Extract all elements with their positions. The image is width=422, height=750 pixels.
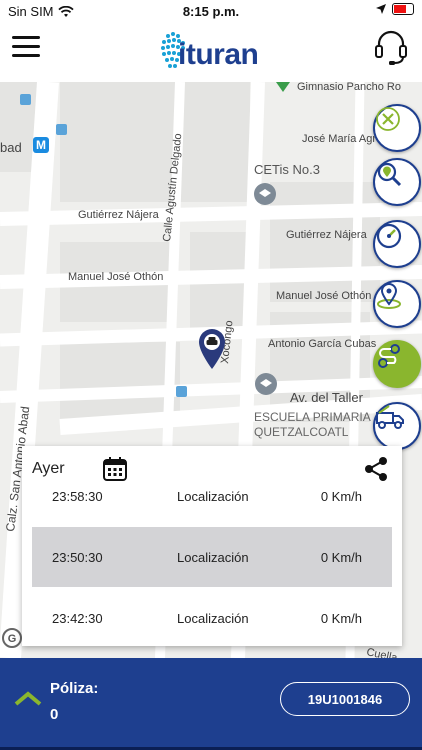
route-history-button[interactable] xyxy=(373,340,421,388)
map-label: Manuel José Othón xyxy=(276,290,371,302)
map-label: Gimnasio Pancho Ro xyxy=(297,82,401,93)
support-headset-icon[interactable] xyxy=(374,28,408,68)
close-icon xyxy=(376,107,400,131)
tow-truck-icon xyxy=(376,405,404,429)
locate-vehicle-button[interactable] xyxy=(373,158,421,206)
row-speed: 0 Km/h xyxy=(320,489,362,504)
clock: 8:15 p.m. xyxy=(182,4,240,19)
history-row-selected[interactable]: 23:50:30 Localización 0 Km/h xyxy=(32,527,392,587)
status-bar: Sin SIM 8:15 p.m. xyxy=(0,0,422,22)
map-label: Gutiérrez Nájera xyxy=(78,209,160,221)
map-label: CETis No.3 xyxy=(254,162,320,177)
map-label: Manuel José Othón xyxy=(68,271,163,283)
menu-button[interactable] xyxy=(12,36,40,58)
location-arrow-icon xyxy=(376,4,386,14)
row-speed: 0 Km/h xyxy=(320,550,362,565)
policy-footer: Póliza: 0 19U1001846 xyxy=(0,658,422,750)
vehicle-pin-icon[interactable] xyxy=(198,328,226,370)
chevron-up-icon[interactable] xyxy=(14,690,42,708)
row-time: 23:42:30 xyxy=(52,611,103,626)
speedometer-icon xyxy=(376,223,402,249)
map-label: Antonio García Cubas xyxy=(268,338,377,350)
row-time: 23:50:30 xyxy=(52,550,103,565)
ituran-logo: ituran xyxy=(158,28,268,78)
map-label: bad xyxy=(0,140,22,155)
history-panel: Ayer 23:58:30 Localización 0 Km/h 23:50:… xyxy=(22,446,402,646)
battery-icon xyxy=(392,3,414,15)
location-search-icon xyxy=(377,162,402,187)
tow-service-button[interactable] xyxy=(373,402,421,450)
history-row[interactable]: 23:58:30 Localización 0 Km/h xyxy=(32,466,392,526)
map-label: ESCUELA PRIMARIA xyxy=(254,410,371,424)
policy-label: Póliza: xyxy=(50,680,99,697)
row-event: Localización xyxy=(177,611,249,626)
speed-button[interactable] xyxy=(373,220,421,268)
logo-text: ituran xyxy=(178,38,259,71)
row-event: Localización xyxy=(177,550,249,565)
app-header: ituran xyxy=(0,22,422,82)
map-label: QUETZALCOATL xyxy=(254,425,349,439)
history-row[interactable]: 23:42:30 Localización 0 Km/h xyxy=(32,588,392,648)
map-label: Av. del Taller xyxy=(290,390,364,405)
row-time: 23:58:30 xyxy=(52,489,103,504)
route-icon xyxy=(378,344,400,368)
vehicle-plate-button[interactable]: 19U1001846 xyxy=(280,682,410,716)
row-event: Localización xyxy=(177,489,249,504)
map-label: Gutiérrez Nájera xyxy=(286,229,368,241)
svg-text:G: G xyxy=(8,633,17,645)
policy-value: 0 xyxy=(50,706,59,723)
geofence-pin-icon xyxy=(377,283,401,309)
row-speed: 0 Km/h xyxy=(320,611,362,626)
close-map-button[interactable] xyxy=(373,104,421,152)
svg-text:M: M xyxy=(36,138,46,152)
geofence-button[interactable] xyxy=(373,280,421,328)
